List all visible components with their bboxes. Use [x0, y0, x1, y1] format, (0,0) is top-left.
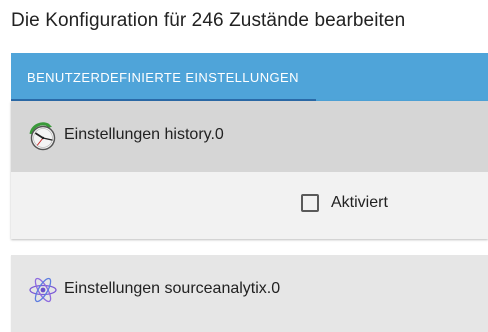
- history-clock-icon: [27, 121, 59, 153]
- enabled-checkbox[interactable]: [301, 194, 319, 212]
- panel-sourceanalytix: Einstellungen sourceanalytix.0: [11, 255, 488, 332]
- panel-history: Einstellungen history.0 Aktiviert: [11, 101, 488, 239]
- dialog-title: Die Konfiguration für 246 Zustände bearb…: [11, 10, 406, 31]
- tab-custom-settings[interactable]: BENUTZERDEFINIERTE EINSTELLUNGEN: [11, 53, 316, 101]
- enabled-checkbox-label: Aktiviert: [331, 194, 388, 211]
- tab-label: BENUTZERDEFINIERTE EINSTELLUNGEN: [27, 69, 299, 85]
- panel-sourceanalytix-header[interactable]: Einstellungen sourceanalytix.0: [11, 255, 488, 325]
- tab-bar: BENUTZERDEFINIERTE EINSTELLUNGEN: [11, 53, 488, 101]
- enabled-checkbox-row[interactable]: Aktiviert: [301, 192, 388, 214]
- panel-history-header[interactable]: Einstellungen history.0: [11, 101, 488, 172]
- panel-history-title: Einstellungen history.0: [64, 126, 224, 143]
- sourceanalytix-atom-icon: [27, 274, 59, 306]
- panel-sourceanalytix-title: Einstellungen sourceanalytix.0: [64, 280, 281, 297]
